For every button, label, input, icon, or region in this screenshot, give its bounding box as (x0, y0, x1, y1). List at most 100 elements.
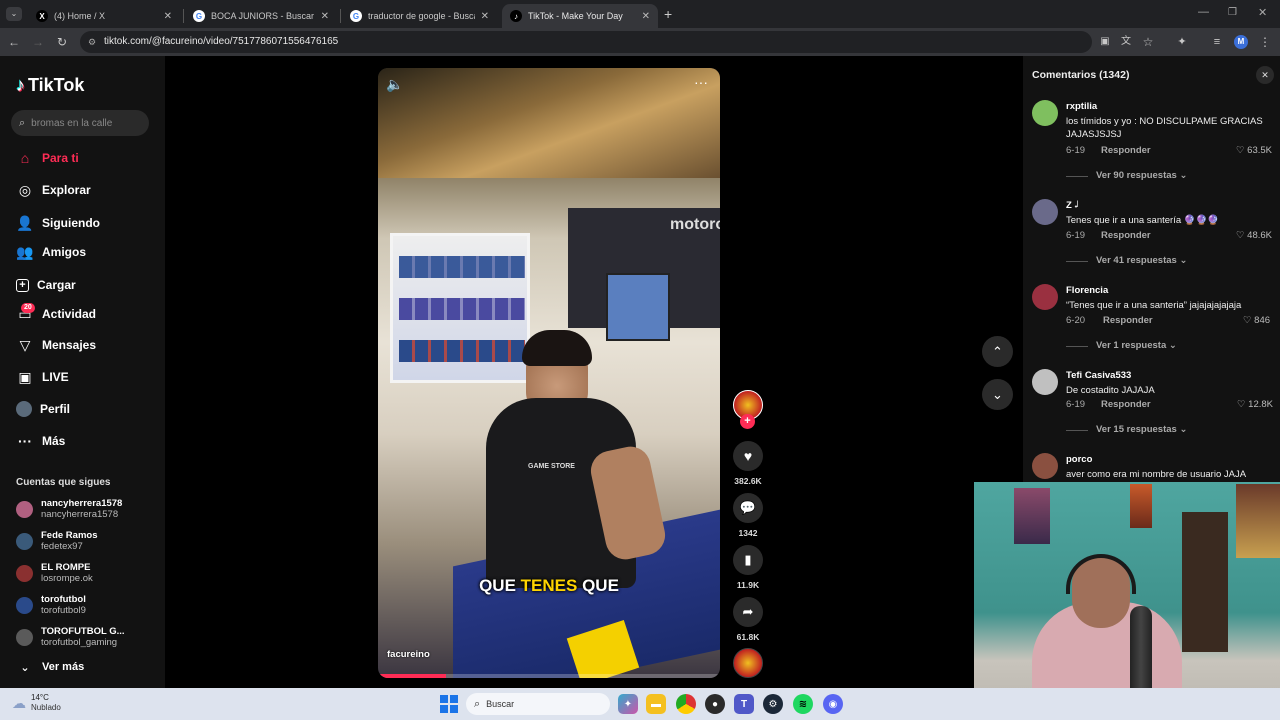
view-replies-button[interactable]: Ver 15 respuestas ⌄ (1096, 424, 1187, 435)
bookmark-icon: ▮ (744, 552, 752, 567)
close-tab-icon[interactable]: ✕ (642, 11, 650, 22)
teams-icon[interactable]: T (734, 694, 754, 714)
app-icon[interactable]: ● (705, 694, 725, 714)
comment-username[interactable]: Tefi Casiva533 (1066, 370, 1131, 381)
music-disc-icon[interactable] (733, 648, 763, 678)
close-tab-icon[interactable]: ✕ (164, 11, 172, 22)
heart-outline-icon: ♡ (1236, 230, 1245, 241)
reply-button[interactable]: Responder (1103, 315, 1153, 326)
address-bar[interactable]: ⚙ tiktok.com/@facureino/video/7517786071… (80, 31, 1092, 53)
reply-button[interactable]: Responder (1101, 399, 1151, 410)
start-button[interactable] (440, 695, 458, 713)
nav-para-ti[interactable]: ⌂ Para ti (16, 148, 79, 168)
restore-icon[interactable]: ❐ (1228, 7, 1237, 18)
new-tab-button[interactable]: + (664, 6, 672, 22)
comment-avatar[interactable] (1032, 199, 1058, 225)
nav-live[interactable]: ▣ LIVE (16, 367, 68, 387)
tab-traductor[interactable]: G traductor de google - Buscar con Googl… (342, 4, 497, 28)
volume-icon[interactable]: 🔈 (386, 76, 403, 93)
see-more-button[interactable]: ⌄ Ver más (16, 657, 84, 677)
previous-video-button[interactable]: ⌃ (982, 336, 1013, 367)
site-info-icon[interactable]: ⚙ (88, 31, 96, 53)
media-controls-icon[interactable]: ≡ (1209, 34, 1225, 50)
video-more-icon[interactable]: ··· (694, 74, 708, 90)
browser-menu-icon[interactable]: ⋮ (1257, 34, 1273, 50)
extensions-icon[interactable]: ✦ (1174, 34, 1190, 50)
account-nancyherrera[interactable]: nancyherrera1578 nancyherrera1578 (16, 496, 122, 522)
install-app-icon[interactable]: ▣ (1097, 34, 1113, 50)
search-box[interactable]: ⌕ bromas en la calle (11, 110, 149, 136)
video-player[interactable]: motorola GAME STORE QUE TENES QUE facure… (378, 68, 720, 678)
minimize-icon[interactable]: — (1198, 6, 1209, 18)
view-replies-button[interactable]: Ver 90 respuestas ⌄ (1096, 170, 1187, 181)
steam-icon[interactable]: ⚙ (763, 694, 783, 714)
follow-plus-icon[interactable]: + (740, 414, 755, 429)
tab-separator (183, 9, 184, 23)
comment-like-button[interactable]: ♡ 63.5K (1236, 145, 1272, 156)
back-icon[interactable]: ← (6, 34, 22, 50)
comment-avatar[interactable] (1032, 453, 1058, 479)
bookmark-star-icon[interactable]: ☆ (1140, 34, 1156, 50)
comment-username[interactable]: porco (1066, 454, 1092, 465)
nav-perfil[interactable]: Perfil (16, 399, 70, 419)
comment-avatar[interactable] (1032, 100, 1058, 126)
webcam-overlay (974, 482, 1280, 720)
comment-username[interactable]: Florencia (1066, 285, 1108, 296)
comment-like-button[interactable]: ♡ 48.6K (1236, 230, 1272, 241)
taskbar-search[interactable]: ⌕ Buscar (466, 693, 610, 715)
account-torofutbol[interactable]: torofutbol torofutbol9 (16, 592, 86, 618)
comment-icon: 💬 (739, 500, 757, 515)
nav-mensajes[interactable]: ▽ Mensajes (16, 335, 96, 355)
like-button[interactable]: ♥ (733, 441, 763, 471)
nav-amigos[interactable]: 👥 Amigos (16, 242, 86, 262)
share-button[interactable]: ➦ (733, 597, 763, 627)
comment-like-button[interactable]: ♡ 846 (1243, 315, 1270, 326)
close-window-icon[interactable]: ✕ (1258, 6, 1267, 19)
view-replies-button[interactable]: Ver 1 respuesta ⌄ (1096, 340, 1177, 351)
account-torofutbol-gaming[interactable]: TOROFUTBOL G... torofutbol_gaming (16, 624, 125, 650)
windows-taskbar (0, 688, 1280, 720)
video-caption: QUE TENES QUE (479, 576, 619, 595)
copilot-icon[interactable]: ✦ (618, 694, 638, 714)
comment-avatar[interactable] (1032, 369, 1058, 395)
webcam-headphones (1066, 554, 1136, 594)
close-comments-button[interactable]: ✕ (1256, 66, 1274, 84)
tab-boca-juniors[interactable]: G BOCA JUNIORS - Buscar con Google ✕ (185, 4, 337, 28)
video-progress-track[interactable] (378, 674, 720, 678)
comment-text: “Tenes que ir a una santeria” jajajajaja… (1066, 300, 1242, 311)
close-tab-icon[interactable]: ✕ (481, 11, 489, 22)
comment-username[interactable]: Z 𝆹𝅥 (1066, 200, 1078, 211)
weather-widget[interactable]: ☁ 14°C Nublado (12, 693, 61, 713)
tab-tiktok[interactable]: ♪ TikTok - Make Your Day ✕ (502, 4, 658, 28)
nav-siguiendo[interactable]: 👤 Siguiendo (16, 213, 100, 233)
view-replies-button[interactable]: Ver 41 respuestas ⌄ (1096, 255, 1187, 266)
close-icon: ✕ (1261, 70, 1269, 80)
discord-icon[interactable]: ◉ (823, 694, 843, 714)
tiktok-logo[interactable]: ♪ TikTok (16, 75, 84, 96)
close-tab-icon[interactable]: ✕ (321, 11, 329, 22)
forward-icon[interactable]: → (30, 34, 46, 50)
account-fede-ramos[interactable]: Fede Ramos fedetex97 (16, 528, 98, 554)
profile-avatar[interactable]: M (1234, 35, 1248, 49)
nav-mas[interactable]: ··· Más (16, 431, 65, 451)
tab-search-button[interactable]: ⌄ (6, 7, 22, 21)
reload-icon[interactable]: ↻ (54, 34, 70, 50)
comment-like-button[interactable]: ♡ 12.8K (1237, 399, 1273, 410)
tab-twitter[interactable]: X (4) Home / X ✕ (28, 4, 180, 28)
translate-icon[interactable]: 文 (1118, 34, 1134, 50)
reply-button[interactable]: Responder (1101, 230, 1151, 241)
save-button[interactable]: ▮ (733, 545, 763, 575)
nav-explorar[interactable]: ◎ Explorar (16, 180, 91, 200)
spotify-icon[interactable]: ≋ (793, 694, 813, 714)
file-explorer-icon[interactable]: ▬ (646, 694, 666, 714)
next-video-button[interactable]: ⌄ (982, 379, 1013, 410)
account-el-rompe[interactable]: EL ROMPE losrompe.ok (16, 560, 93, 586)
nav-cargar[interactable]: + Cargar (16, 275, 76, 295)
comment-avatar[interactable] (1032, 284, 1058, 310)
comment-username[interactable]: rxptilia (1066, 101, 1097, 112)
following-header: Cuentas que sigues (16, 477, 111, 488)
chrome-icon[interactable] (676, 694, 696, 714)
comment-button[interactable]: 💬 (733, 493, 763, 523)
reply-button[interactable]: Responder (1101, 145, 1151, 156)
chevron-up-icon: ⌃ (992, 344, 1003, 359)
